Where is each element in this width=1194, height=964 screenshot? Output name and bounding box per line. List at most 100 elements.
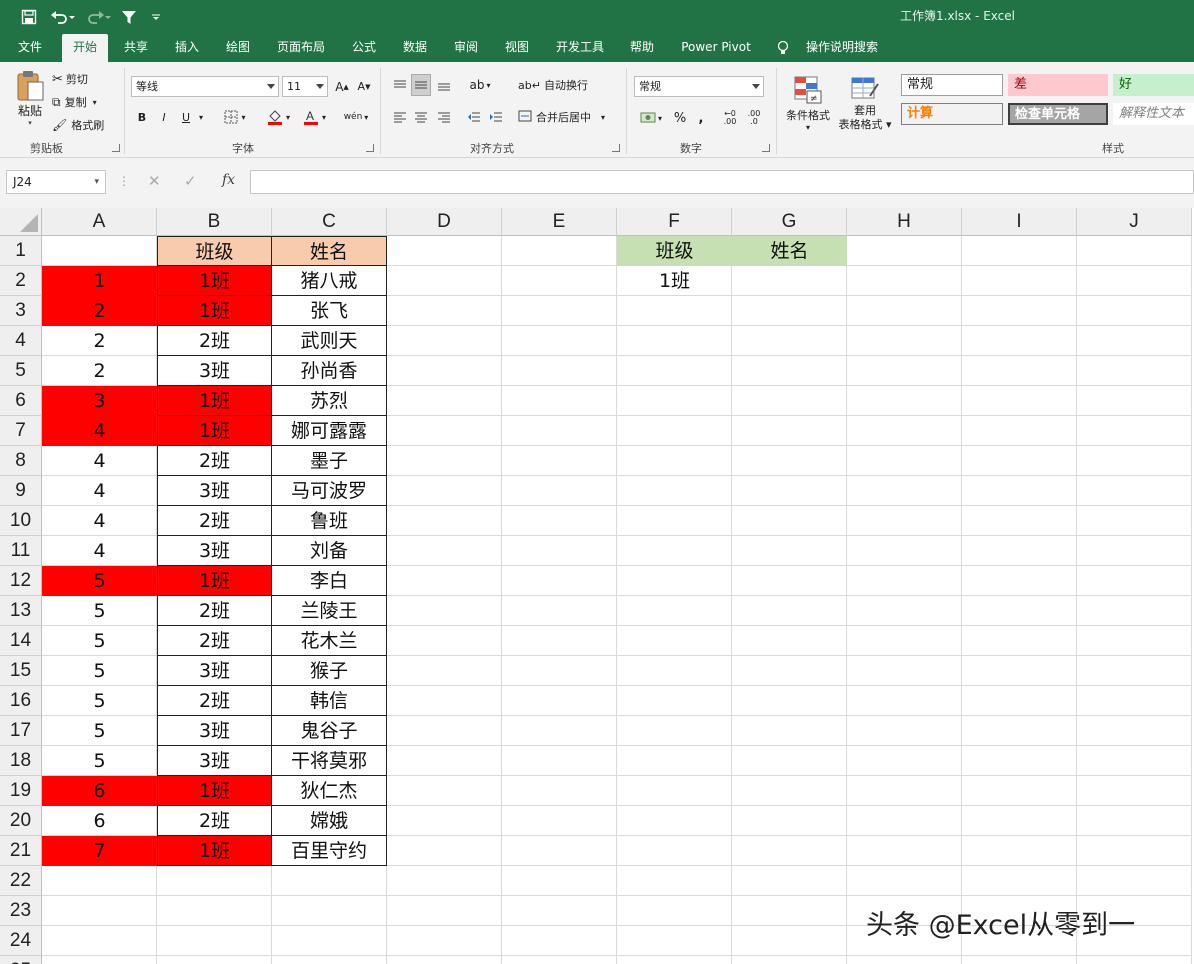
cell-b6[interactable]: 1班 [157, 386, 272, 416]
column-header-a[interactable]: A [42, 208, 157, 236]
row-header-12[interactable]: 12 [0, 566, 42, 596]
cell-a11[interactable]: 4 [42, 536, 157, 566]
cell-b15[interactable]: 3班 [157, 656, 272, 686]
tab-help[interactable]: 帮助 [620, 34, 664, 62]
grow-font-icon[interactable]: A ▲ [332, 76, 352, 97]
increase-indent-icon[interactable] [486, 106, 506, 128]
insert-function-icon[interactable]: fx [222, 172, 235, 188]
cell-c11[interactable]: 刘备 [272, 536, 387, 566]
cell-c21[interactable]: 百里守约 [272, 836, 387, 866]
cell-b7[interactable]: 1班 [157, 416, 272, 446]
column-header-d[interactable]: D [387, 208, 502, 236]
cell-a10[interactable]: 4 [42, 506, 157, 536]
row-header-11[interactable]: 11 [0, 536, 42, 566]
column-header-b[interactable]: B [157, 208, 272, 236]
accounting-format-icon[interactable]: ▾ [636, 107, 666, 129]
percent-style-button[interactable]: % [672, 107, 688, 129]
row-header-8[interactable]: 8 [0, 446, 42, 476]
font-size-combo[interactable]: 11 [282, 76, 328, 97]
tab-file[interactable]: 文件 [8, 34, 52, 62]
cell-g1-header[interactable]: 姓名 [732, 236, 847, 266]
cell-style-check-cell[interactable]: 检查单元格 [1008, 103, 1108, 125]
cell-f2-value[interactable]: 1班 [617, 266, 732, 296]
column-header-i[interactable]: I [962, 208, 1077, 236]
increase-decimal-icon[interactable]: ←0.00 [720, 107, 740, 129]
format-painter-button[interactable]: 🖌 格式刷 [52, 116, 104, 134]
cell-f1-header[interactable]: 班级 [617, 236, 732, 266]
cell-c2[interactable]: 猪八戒 [272, 266, 387, 296]
row-header-4[interactable]: 4 [0, 326, 42, 356]
cell-a13[interactable]: 5 [42, 596, 157, 626]
clipboard-launcher-icon[interactable] [112, 144, 120, 152]
cell-style-normal[interactable]: 常规 [901, 74, 1003, 96]
row-header-22[interactable]: 22 [0, 866, 42, 896]
column-header-h[interactable]: H [847, 208, 962, 236]
cell-b5[interactable]: 3班 [157, 356, 272, 386]
cell-c13[interactable]: 兰陵王 [272, 596, 387, 626]
cell-b16[interactable]: 2班 [157, 686, 272, 716]
cell-c16[interactable]: 韩信 [272, 686, 387, 716]
cell-b10[interactable]: 2班 [157, 506, 272, 536]
row-header-21[interactable]: 21 [0, 836, 42, 866]
cell-c14[interactable]: 花木兰 [272, 626, 387, 656]
cell-b20[interactable]: 2班 [157, 806, 272, 836]
row-header-15[interactable]: 15 [0, 656, 42, 686]
row-header-9[interactable]: 9 [0, 476, 42, 506]
cell-a21[interactable]: 7 [42, 836, 157, 866]
cell-a14[interactable]: 5 [42, 626, 157, 656]
cell-a12[interactable]: 5 [42, 566, 157, 596]
underline-dropdown-icon[interactable]: ▾ [196, 107, 206, 127]
cell-c4[interactable]: 武则天 [272, 326, 387, 356]
tab-home[interactable]: 开始 [62, 34, 108, 62]
align-right-icon[interactable] [434, 106, 454, 128]
borders-icon[interactable]: ▾ [220, 107, 250, 127]
row-header-20[interactable]: 20 [0, 806, 42, 836]
cell-c15[interactable]: 猴子 [272, 656, 387, 686]
align-left-icon[interactable] [390, 106, 410, 128]
cell-a18[interactable]: 5 [42, 746, 157, 776]
name-box-dropdown-icon[interactable]: ▾ [94, 171, 99, 193]
row-header-2[interactable]: 2 [0, 266, 42, 296]
cell-b19[interactable]: 1班 [157, 776, 272, 806]
cell-style-good[interactable]: 好 [1113, 74, 1194, 96]
row-header-17[interactable]: 17 [0, 716, 42, 746]
tab-insert[interactable]: 插入 [165, 34, 209, 62]
row-header-16[interactable]: 16 [0, 686, 42, 716]
cell-b8[interactable]: 2班 [157, 446, 272, 476]
cell-a20[interactable]: 6 [42, 806, 157, 836]
tab-page-layout[interactable]: 页面布局 [268, 34, 334, 62]
row-header-7[interactable]: 7 [0, 416, 42, 446]
tab-power-pivot[interactable]: Power Pivot [674, 34, 758, 62]
row-header-1[interactable]: 1 [0, 236, 42, 266]
cell-a5[interactable]: 2 [42, 356, 157, 386]
cell-style-explanatory[interactable]: 解释性文本 [1113, 103, 1194, 125]
cell-a16[interactable]: 5 [42, 686, 157, 716]
phonetic-guide-button[interactable]: wén ▾ [340, 107, 372, 127]
cell-b12[interactable]: 1班 [157, 566, 272, 596]
row-header-18[interactable]: 18 [0, 746, 42, 776]
tell-me-search[interactable]: 操作说明搜索 [800, 34, 884, 62]
column-header-e[interactable]: E [502, 208, 617, 236]
row-header-25[interactable]: 25 [0, 956, 42, 964]
more-options-icon[interactable]: ⋮ [118, 174, 130, 188]
align-bottom-icon[interactable] [434, 74, 454, 96]
cell-c10[interactable]: 鲁班 [272, 506, 387, 536]
cell-b3[interactable]: 1班 [157, 296, 272, 326]
cell-c20[interactable]: 嫦娥 [272, 806, 387, 836]
comma-style-button[interactable]: , [694, 107, 708, 129]
cell-c12[interactable]: 李白 [272, 566, 387, 596]
cell-a15[interactable]: 5 [42, 656, 157, 686]
cancel-entry-icon[interactable]: ✕ [148, 172, 161, 190]
font-color-icon[interactable]: A ▾ [298, 107, 330, 127]
cell-a8[interactable]: 4 [42, 446, 157, 476]
column-header-j[interactable]: J [1077, 208, 1192, 236]
cell-b11[interactable]: 3班 [157, 536, 272, 566]
cell-c18[interactable]: 干将莫邪 [272, 746, 387, 776]
cell-c6[interactable]: 苏烈 [272, 386, 387, 416]
number-launcher-icon[interactable] [762, 144, 770, 152]
cell-c3[interactable]: 张飞 [272, 296, 387, 326]
paste-button[interactable]: 粘贴 ▾ [12, 68, 48, 128]
customize-toolbar-icon[interactable] [148, 6, 164, 28]
cell-a9[interactable]: 4 [42, 476, 157, 506]
cell-c8[interactable]: 墨子 [272, 446, 387, 476]
